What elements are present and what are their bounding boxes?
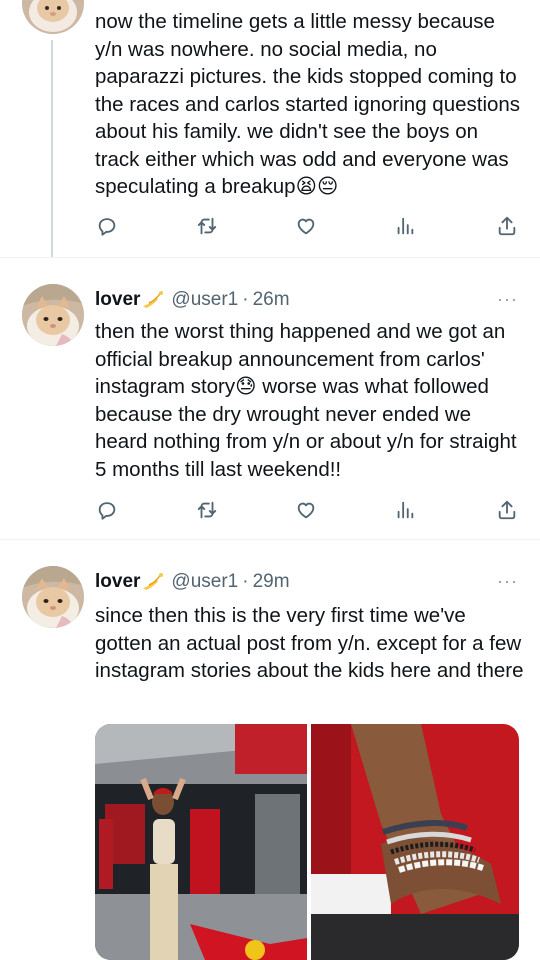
views-icon [397, 217, 414, 235]
cat-avatar-image [22, 284, 84, 346]
avatar[interactable] [22, 284, 84, 346]
tweet-text: then the worst thing happened and we got… [95, 320, 523, 481]
tweet-2[interactable]: lover @user1 · 26m ··· then the worst th… [0, 258, 540, 539]
tweet-text: since then this is the very first time w… [95, 604, 527, 682]
cat-avatar-image [22, 566, 84, 628]
like-icon [297, 218, 315, 235]
share-button[interactable] [495, 498, 519, 522]
like-button[interactable] [294, 214, 318, 238]
bracelets-photo-image [311, 724, 519, 960]
more-icon[interactable]: ··· [497, 290, 518, 308]
timestamp[interactable]: 26m [253, 289, 290, 311]
retweet-icon [197, 217, 217, 235]
separator: · [242, 571, 249, 592]
thread-line [51, 40, 53, 257]
display-name[interactable]: lover [95, 571, 140, 593]
tweet-media[interactable] [95, 724, 519, 960]
retweet-icon [197, 501, 217, 519]
reply-button[interactable] [95, 498, 119, 522]
like-button[interactable] [294, 498, 318, 522]
views-icon [397, 501, 414, 519]
user-handle[interactable]: @user1 [171, 289, 238, 311]
avatar[interactable] [22, 566, 84, 628]
share-icon [498, 216, 516, 236]
cat-avatar-image [22, 0, 84, 34]
separator: · [242, 289, 249, 310]
share-icon [498, 500, 516, 520]
reply-icon [98, 218, 116, 236]
tweet-header: lover @user1 · 29m [95, 570, 290, 594]
share-button[interactable] [495, 214, 519, 238]
photo-garage[interactable] [95, 724, 307, 960]
garage-photo-image [95, 724, 307, 960]
tweet-text: now the timeline gets a little messy bec… [95, 10, 526, 198]
views-button[interactable] [393, 498, 417, 522]
tweet-actions [95, 214, 525, 238]
dizzy-emoji-icon [143, 291, 164, 308]
user-handle[interactable]: @user1 [171, 571, 238, 593]
display-name[interactable]: lover [95, 289, 140, 311]
retweet-button[interactable] [195, 498, 219, 522]
retweet-button[interactable] [195, 214, 219, 238]
photo-bracelets[interactable] [311, 724, 519, 960]
views-button[interactable] [393, 214, 417, 238]
reply-icon [98, 502, 116, 520]
avatar[interactable] [22, 0, 84, 34]
reply-button[interactable] [95, 214, 119, 238]
tweet-1[interactable]: now the timeline gets a little messy bec… [0, 0, 540, 257]
like-icon [297, 502, 315, 519]
tweet-header: lover @user1 · 26m [95, 288, 290, 312]
dizzy-emoji-icon [143, 573, 164, 590]
more-icon[interactable]: ··· [497, 572, 518, 590]
tweet-actions [95, 498, 525, 522]
timestamp[interactable]: 29m [253, 571, 290, 593]
